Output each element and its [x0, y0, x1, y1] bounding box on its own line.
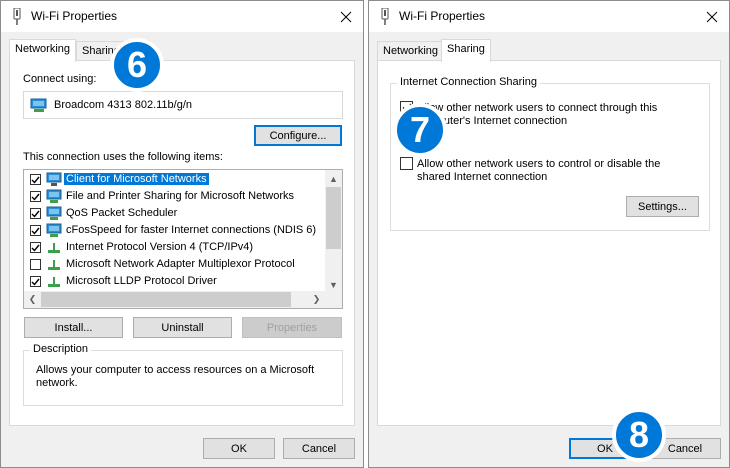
network-client-icon — [46, 172, 62, 186]
connect-using-label: Connect using: — [23, 73, 97, 85]
wifi-properties-dialog-sharing: Wi-Fi Properties Networking Sharing Inte… — [368, 0, 730, 468]
checkmark-icon — [31, 193, 40, 201]
components-list[interactable]: Client for Microsoft Networks File and P… — [23, 169, 343, 309]
list-item[interactable]: Microsoft Network Adapter Multiplexor Pr… — [24, 256, 324, 273]
item-checkbox[interactable] — [30, 191, 41, 202]
description-title: Description — [30, 343, 92, 355]
item-checkbox[interactable] — [30, 259, 41, 270]
item-checkbox[interactable] — [30, 208, 41, 219]
vertical-scroll-thumb[interactable] — [326, 187, 341, 249]
item-label: File and Printer Sharing for Microsoft N… — [66, 190, 295, 202]
list-item[interactable]: QoS Packet Scheduler — [24, 205, 324, 222]
protocol-icon — [48, 260, 60, 270]
close-button[interactable] — [695, 1, 729, 32]
horizontal-scrollbar[interactable]: ❮ ❯ — [24, 291, 342, 308]
scroll-right-arrow-icon[interactable]: ❯ — [308, 291, 325, 308]
item-checkbox[interactable] — [30, 276, 41, 287]
item-checkbox[interactable] — [30, 225, 41, 236]
configure-button[interactable]: Configure... — [254, 125, 342, 146]
network-service-icon — [46, 223, 62, 237]
properties-button[interactable]: Properties — [242, 317, 342, 338]
settings-button[interactable]: Settings... — [626, 196, 699, 217]
items-label: This connection uses the following items… — [23, 151, 223, 163]
horizontal-scroll-thumb[interactable] — [41, 292, 291, 307]
adapter-field: Broadcom 4313 802.11b/g/n — [23, 91, 343, 119]
step-badge-7: 7 — [393, 103, 447, 157]
item-label: Client for Microsoft Networks — [64, 173, 209, 185]
title-bar: Wi-Fi Properties — [1, 1, 363, 32]
window-title: Wi-Fi Properties — [31, 9, 118, 23]
list-item[interactable]: Microsoft LLDP Protocol Driver — [24, 273, 324, 290]
close-icon — [706, 11, 718, 22]
tab-networking[interactable]: Networking — [9, 39, 77, 62]
step-badge-8: 8 — [612, 408, 666, 462]
item-label: Internet Protocol Version 4 (TCP/IPv4) — [66, 241, 254, 253]
networking-tab-panel: Connect using: Broadcom 4313 802.11b/g/n… — [9, 60, 355, 426]
close-icon — [340, 11, 352, 22]
item-label: Microsoft Network Adapter Multiplexor Pr… — [66, 258, 295, 270]
tab-sharing[interactable]: Sharing — [441, 39, 491, 62]
item-checkbox[interactable] — [30, 174, 41, 185]
close-button[interactable] — [329, 1, 363, 32]
scroll-left-arrow-icon[interactable]: ❮ — [24, 291, 41, 308]
uninstall-button[interactable]: Uninstall — [133, 317, 232, 338]
allow-connect-label[interactable]: Allow other network users to connect thr… — [417, 102, 667, 128]
list-item[interactable]: File and Printer Sharing for Microsoft N… — [24, 188, 324, 205]
list-item[interactable]: cFosSpeed for faster Internet connection… — [24, 222, 324, 239]
group-title: Internet Connection Sharing — [397, 76, 540, 88]
connection-sharing-group: Internet Connection Sharing Allow other … — [390, 76, 710, 231]
item-checkbox[interactable] — [30, 242, 41, 253]
scroll-up-arrow-icon[interactable]: ▲ — [325, 170, 342, 187]
description-text: Allows your computer to access resources… — [36, 364, 315, 389]
vertical-scrollbar[interactable]: ▲ ▼ — [325, 170, 342, 293]
adapter-name: Broadcom 4313 802.11b/g/n — [54, 99, 193, 111]
list-item[interactable]: Internet Protocol Version 4 (TCP/IPv4) — [24, 239, 324, 256]
ok-button[interactable]: OK — [203, 438, 275, 459]
network-card-icon — [30, 98, 47, 112]
network-service-icon — [46, 189, 62, 203]
wifi-properties-dialog-networking: Wi-Fi Properties Networking Sharing Conn… — [0, 0, 364, 468]
item-label: QoS Packet Scheduler — [66, 207, 178, 219]
protocol-icon — [48, 243, 60, 253]
allow-control-label[interactable]: Allow other network users to control or … — [417, 158, 667, 184]
window-title: Wi-Fi Properties — [399, 9, 486, 23]
checkmark-icon — [31, 176, 40, 184]
step-badge-6: 6 — [110, 38, 164, 92]
network-service-icon — [46, 206, 62, 220]
checkmark-icon — [31, 278, 40, 286]
cancel-button[interactable]: Cancel — [283, 438, 355, 459]
checkmark-icon — [31, 244, 40, 252]
item-label: cFosSpeed for faster Internet connection… — [66, 224, 317, 236]
network-adapter-icon — [381, 8, 389, 25]
list-item[interactable]: Client for Microsoft Networks — [24, 171, 324, 188]
description-group: Description Allows your computer to acce… — [23, 343, 343, 406]
title-bar: Wi-Fi Properties — [369, 1, 729, 32]
checkmark-icon — [31, 210, 40, 218]
install-button[interactable]: Install... — [24, 317, 123, 338]
item-label: Microsoft LLDP Protocol Driver — [66, 275, 217, 287]
allow-control-checkbox[interactable] — [400, 157, 413, 170]
protocol-icon — [48, 277, 60, 287]
checkmark-icon — [31, 227, 40, 235]
tab-networking[interactable]: Networking — [377, 41, 445, 61]
network-adapter-icon — [13, 8, 21, 25]
